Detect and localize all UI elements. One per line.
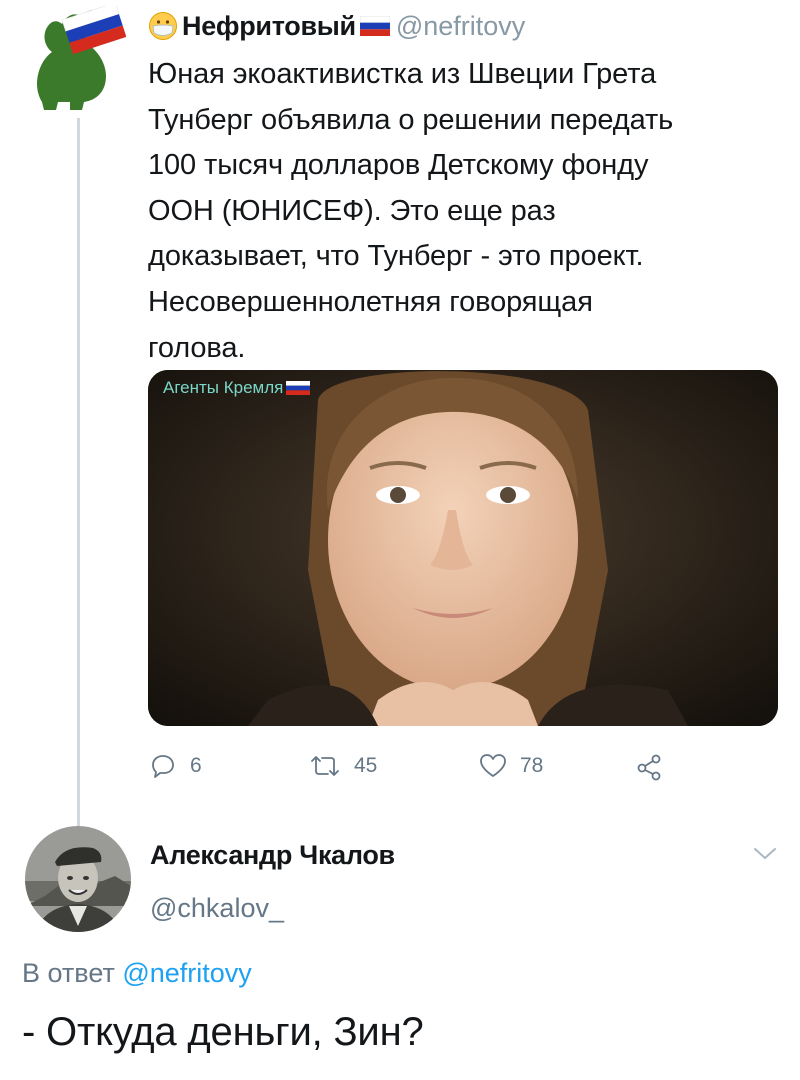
reply-count: 6 xyxy=(190,754,202,777)
reply-label: В ответ xyxy=(22,958,115,988)
russia-flag-icon xyxy=(286,381,311,395)
author-handle[interactable]: @nefritovy xyxy=(396,11,525,42)
tweet-options-button[interactable] xyxy=(752,846,778,867)
reply-context: В ответ @nefritovy xyxy=(22,958,252,989)
like-button[interactable]: 78 xyxy=(478,746,543,786)
chevron-down-icon xyxy=(754,848,776,860)
reply-icon xyxy=(152,755,174,778)
tweet-header: Нефритовый @nefritovy xyxy=(148,6,525,46)
russia-flag-icon xyxy=(359,16,390,36)
share-button[interactable] xyxy=(634,746,676,786)
reply-author-avatar[interactable] xyxy=(25,826,131,932)
retweet-icon xyxy=(311,756,339,776)
reply-author-name[interactable]: Александр Чкалов xyxy=(150,840,395,871)
media-watermark: Агенты Кремля xyxy=(163,378,311,398)
retweet-count: 45 xyxy=(354,754,378,777)
reply-button[interactable]: 6 xyxy=(148,746,202,786)
watermark-text: Агенты Кремля xyxy=(163,378,284,397)
like-count: 78 xyxy=(520,754,544,777)
rabbit-flag-avatar-icon xyxy=(37,2,127,111)
tweet-media-image[interactable]: Агенты Кремля xyxy=(148,370,778,726)
pilot-portrait-photo xyxy=(25,826,131,932)
reply-to-handle-link[interactable]: @nefritovy xyxy=(122,958,251,988)
medical-mask-emoji-icon xyxy=(149,12,177,40)
author-name[interactable]: Нефритовый xyxy=(182,11,356,42)
tweet-text: Юная экоактивистка из Швеции Грета Тунбе… xyxy=(148,58,674,364)
like-icon xyxy=(480,754,506,777)
thread-line xyxy=(77,118,80,828)
author-avatar[interactable] xyxy=(22,2,127,111)
portrait-photo xyxy=(148,370,778,726)
share-icon xyxy=(637,754,661,781)
reply-author-handle[interactable]: @chkalov_ xyxy=(150,893,284,924)
retweet-button[interactable]: 45 xyxy=(308,746,377,786)
reply-text: - Откуда деньги, Зин? xyxy=(22,1010,424,1054)
